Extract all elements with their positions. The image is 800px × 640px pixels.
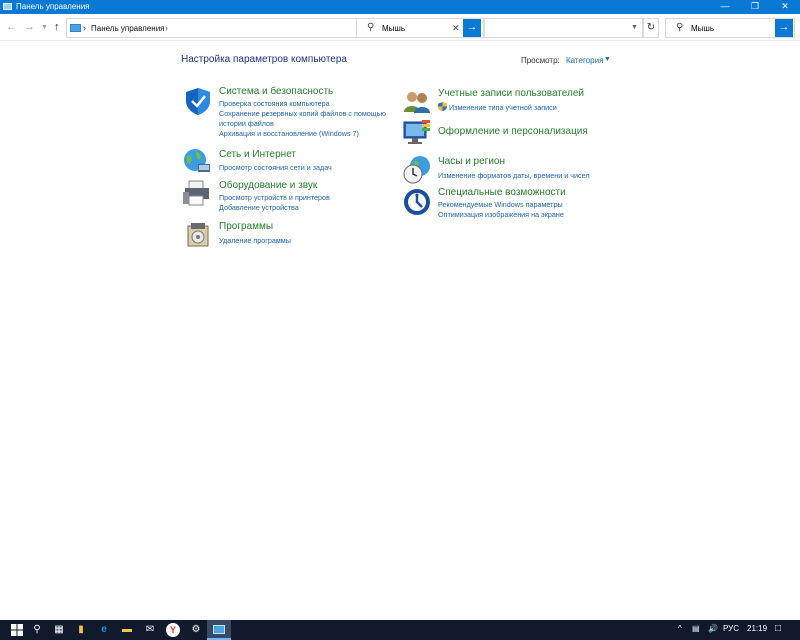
back-arrow-icon[interactable]: ← [6,21,17,33]
link-check-computer-status[interactable]: Проверка состояния компьютера [219,99,330,108]
refresh-button[interactable]: ↻ [643,18,659,38]
chevron-right-icon[interactable]: › [83,23,86,33]
link-change-account-type[interactable]: Изменение типа учетной записи [449,103,557,112]
category-system-security[interactable]: Система и безопасность [219,86,333,97]
category-user-accounts[interactable]: Учетные записи пользователей [438,88,584,99]
forward-arrow-icon[interactable]: → [24,21,35,33]
notifications-icon[interactable]: □ [775,623,781,634]
view-mode-dropdown[interactable]: Категория [566,56,603,65]
title-bar: Панель управления — ❐ ✕ [0,0,800,14]
users-icon[interactable] [402,88,432,118]
link-uninstall-program[interactable]: Удаление программы [219,236,291,245]
chevron-down-icon[interactable]: ▼ [631,24,638,31]
window-title: Панель управления [16,2,90,11]
file-explorer-icon[interactable]: ▬ [120,623,134,637]
link-recommended-settings[interactable]: Рекомендуемые Windows параметры [438,200,563,209]
category-appearance-personalization[interactable]: Оформление и персонализация [438,126,588,137]
category-ease-of-access[interactable]: Специальные возможности [438,187,566,198]
language-indicator[interactable]: РУС [723,624,739,633]
programs-icon[interactable] [183,220,213,250]
uac-shield-icon [438,102,447,111]
category-programs[interactable]: Программы [219,221,273,232]
network-icon[interactable]: ▤ [692,624,700,633]
search-icon: ⚲ [367,22,375,33]
link-file-history-backup[interactable]: Сохранение резервных копий файлов с помо… [219,109,386,118]
control-panel-icon [3,3,12,10]
sticky-notes-icon[interactable]: ▮ [74,623,88,637]
link-add-device[interactable]: Добавление устройства [219,203,299,212]
page-title: Настройка параметров компьютера [181,54,347,65]
link-devices-printers[interactable]: Просмотр устройств и принтеров [219,193,330,202]
search-go-button[interactable]: → [775,19,793,37]
view-label: Просмотр: [521,56,560,65]
link-file-history[interactable]: истории файлов [219,119,274,128]
address-bar[interactable]: › Панель управления › [66,18,358,38]
clear-icon[interactable]: ✕ [452,23,460,34]
accessibility-icon[interactable] [402,187,432,217]
search-icon: ⚲ [676,22,684,33]
windows-start-icon[interactable] [10,623,24,637]
monitor-personalization-icon[interactable] [402,118,432,148]
maximize-button[interactable]: ❐ [740,0,770,14]
clock-globe-icon[interactable] [402,155,432,185]
control-panel-icon [213,625,225,634]
yandex-browser-icon[interactable]: Y [166,623,180,637]
close-button[interactable]: ✕ [770,0,800,14]
search-value: Мышь [382,24,405,33]
go-button[interactable]: → [463,19,481,37]
chevron-down-icon[interactable]: ▼ [604,56,611,63]
breadcrumb-control-panel[interactable]: Панель управления [91,24,165,33]
navigation-bar: ← → ▼ ↑ › Панель управления › ⚲ Мышь ✕ →… [0,14,800,41]
up-arrow-icon[interactable]: ↑ [54,21,60,33]
link-optimize-display[interactable]: Оптимизация изображения на экране [438,210,564,219]
link-network-status[interactable]: Просмотр состояния сети и задач [219,163,332,172]
link-change-date-formats[interactable]: Изменение форматов даты, времени и чисел [438,171,590,180]
taskbar-control-panel-active[interactable] [207,620,231,640]
minimize-button[interactable]: — [710,0,740,14]
taskbar: ⚲ ▦ ▮ e ▬ ✉ Y ⚙ ^ ▤ 🔊 РУС 21:19 □ [0,620,800,640]
link-backup-restore[interactable]: Архивация и восстановление (Windows 7) [219,129,359,138]
volume-icon[interactable]: 🔊 [708,624,718,633]
shield-icon[interactable] [183,86,213,116]
mail-icon[interactable]: ✉ [143,623,157,637]
printer-icon[interactable] [182,178,212,208]
search-value: Мышь [691,24,714,33]
category-clock-region[interactable]: Часы и регион [438,156,505,167]
category-hardware-sound[interactable]: Оборудование и звук [219,180,317,191]
recent-locations-icon[interactable]: ▼ [41,24,48,31]
control-panel-icon [70,24,81,32]
chevron-right-icon[interactable]: › [165,23,168,33]
category-network-internet[interactable]: Сеть и Интернет [219,149,296,160]
search-icon[interactable]: ⚲ [30,623,44,637]
edge-icon[interactable]: e [97,623,111,637]
chevron-up-icon[interactable]: ^ [678,624,682,633]
steam-icon[interactable]: ⚙ [189,623,203,637]
globe-icon[interactable] [182,146,212,176]
task-view-icon[interactable]: ▦ [52,623,66,637]
search-history-field[interactable]: ▼ [484,18,643,38]
clock-time[interactable]: 21:19 [747,624,767,633]
